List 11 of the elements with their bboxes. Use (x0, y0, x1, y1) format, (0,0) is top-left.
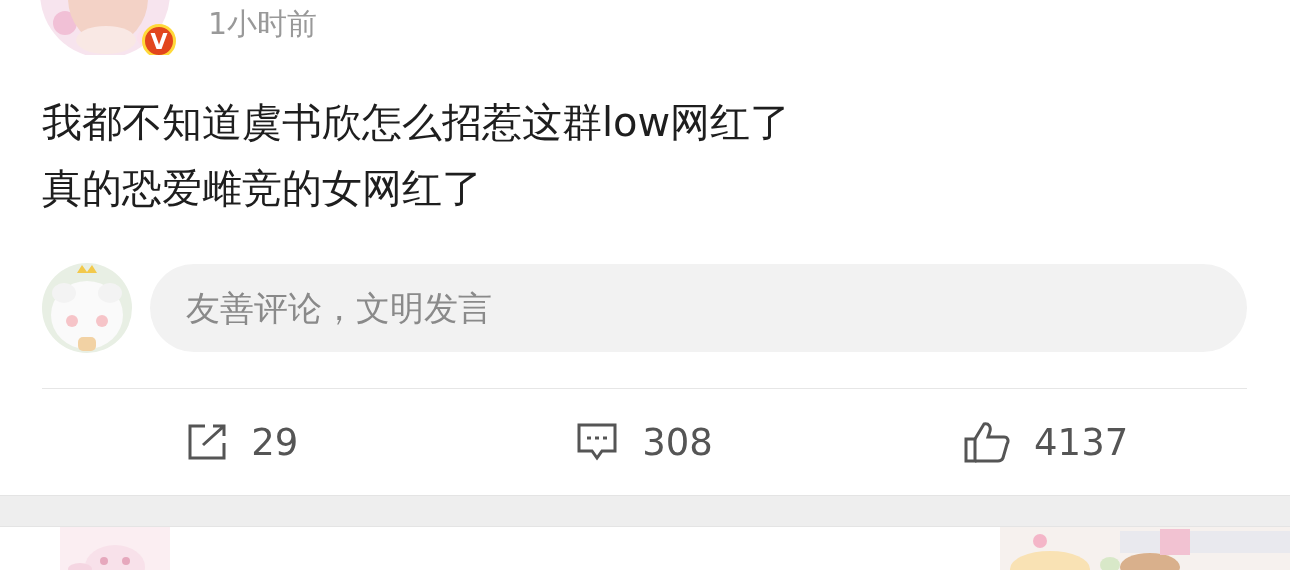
post-time: 1小时前 (208, 5, 318, 43)
comment-button[interactable]: 308 (576, 420, 713, 464)
post-text: 真的恐爱雌竞的女网红了 (42, 164, 483, 213)
share-icon (187, 423, 228, 461)
comment-input[interactable]: 友善评论，文明发言 (150, 264, 1247, 352)
verified-badge: V (142, 24, 176, 55)
comment-icon (576, 422, 619, 462)
share-button[interactable]: 29 (187, 420, 299, 464)
post-text: 我都不知道虞书欣怎么招惹这群low网红了 (42, 98, 792, 147)
like-button[interactable]: 4137 (964, 420, 1129, 464)
thumbs-up-icon (964, 421, 1011, 463)
